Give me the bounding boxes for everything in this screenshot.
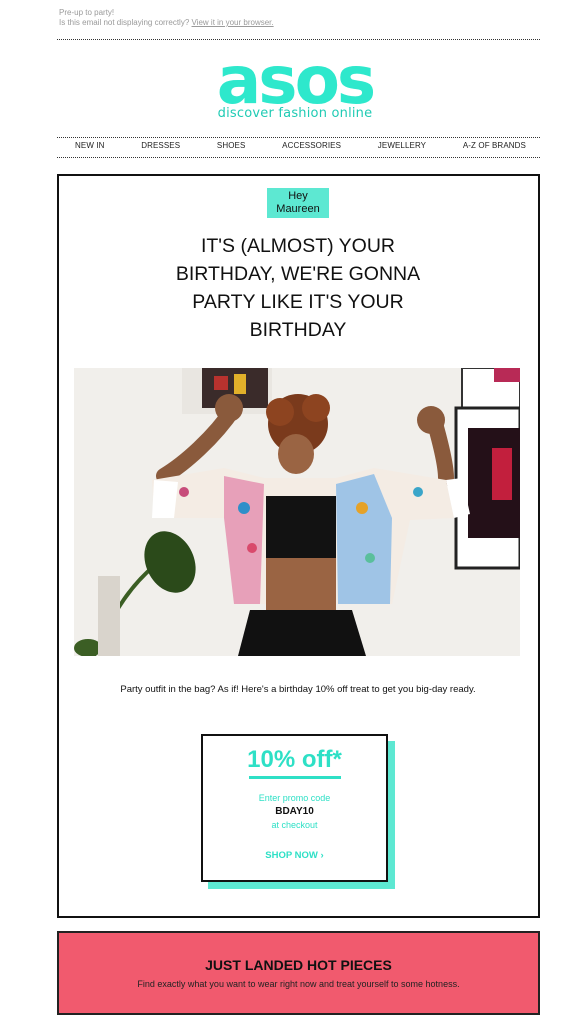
hot-pieces-banner[interactable]: JUST LANDED HOT PIECES Find exactly what… xyxy=(57,931,540,1015)
nav-new-in[interactable]: NEW IN xyxy=(75,141,105,150)
headline-line: IT'S (ALMOST) YOUR xyxy=(200,235,396,257)
preheader-text: Is this email not displaying correctly? xyxy=(59,18,190,27)
headline-line: BIRTHDAY xyxy=(249,319,347,341)
headline-line: PARTY LIKE IT'S YOUR xyxy=(192,291,404,313)
preheader-line: Is this email not displaying correctly? … xyxy=(59,18,274,28)
promo-checkout-text: at checkout xyxy=(271,820,318,830)
nav-dresses[interactable]: DRESSES xyxy=(141,141,180,150)
greeting-badge: Hey Maureen xyxy=(267,188,329,218)
shop-now-link[interactable]: SHOP NOW › xyxy=(265,850,323,861)
divider xyxy=(57,137,540,138)
asos-logo[interactable]: asos discover fashion online xyxy=(200,42,390,122)
headline-line: BIRTHDAY, WE'RE GONNA xyxy=(175,263,421,285)
promo-instruction: Enter promo code xyxy=(258,793,331,803)
promo-box: 10% off* Enter promo code BDAY10 at chec… xyxy=(201,734,388,882)
greeting-name: Maureen xyxy=(276,203,320,215)
discount-underline xyxy=(248,776,341,779)
banner-subtitle: Find exactly what you want to wear right… xyxy=(137,979,460,989)
headline: IT'S (ALMOST) YOUR BIRTHDAY, WE'RE GONNA… xyxy=(80,232,516,344)
promo-body-copy: Party outfit in the bag? As if! Here's a… xyxy=(120,684,476,695)
discount-amount: 10% off* xyxy=(247,746,342,773)
logo-tagline: discover fashion online xyxy=(217,106,373,121)
divider xyxy=(57,39,540,40)
nav-jewellery[interactable]: JEWELLERY xyxy=(378,141,426,150)
nav-accessories[interactable]: ACCESSORIES xyxy=(282,141,341,150)
nav-shoes[interactable]: SHOES xyxy=(217,141,246,150)
view-in-browser-link[interactable]: View it in your browser. xyxy=(192,18,274,27)
logo-wordmark: asos xyxy=(216,42,376,119)
banner-title: JUST LANDED HOT PIECES xyxy=(205,957,392,973)
promo-code: BDAY10 xyxy=(275,806,314,817)
hero-photo-illustration xyxy=(74,368,520,656)
greeting-line: Hey xyxy=(288,190,308,202)
preheader: Pre-up to party! Is this email not displ… xyxy=(59,8,274,28)
preheader-line: Pre-up to party! xyxy=(59,8,115,17)
nav-a-z-of-brands[interactable]: A-Z OF BRANDS xyxy=(463,141,526,150)
divider xyxy=(57,157,540,158)
hero-image[interactable] xyxy=(74,368,520,656)
category-nav: NEW IN DRESSES SHOES ACCESSORIES JEWELLE… xyxy=(57,141,540,150)
